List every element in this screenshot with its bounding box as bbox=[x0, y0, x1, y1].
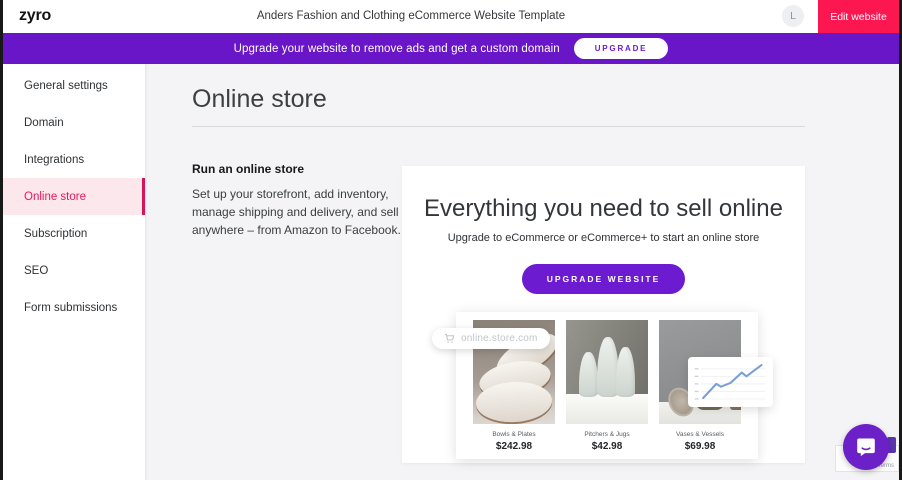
upgrade-website-button[interactable]: UPGRADE WEBSITE bbox=[522, 264, 686, 294]
product-name: Vases & Vessels bbox=[659, 431, 741, 438]
promo-subheading: Upgrade to eCommerce or eCommerce+ to st… bbox=[402, 232, 805, 244]
sales-line-chart bbox=[690, 360, 769, 404]
sidebar-item-integrations[interactable]: Integrations bbox=[3, 141, 145, 178]
sidebar-item-form-submissions[interactable]: Form submissions bbox=[3, 289, 145, 326]
sales-chart-card bbox=[688, 357, 773, 407]
title-divider bbox=[192, 126, 805, 127]
product-name: Pitchers & Jugs bbox=[566, 431, 648, 438]
intro-description: Set up your storefront, add inventory, m… bbox=[192, 185, 404, 239]
page-title: Online store bbox=[192, 85, 327, 114]
site-title: Anders Fashion and Clothing eCommerce We… bbox=[123, 10, 699, 22]
chat-button[interactable] bbox=[843, 424, 889, 470]
intro-heading: Run an online store bbox=[192, 162, 404, 176]
sidebar-item-general-settings[interactable]: General settings bbox=[3, 67, 145, 104]
ecommerce-promo-card: Everything you need to sell online Upgra… bbox=[402, 166, 805, 463]
sidebar-item-seo[interactable]: SEO bbox=[3, 252, 145, 289]
online-store-intro: Run an online store Set up your storefro… bbox=[192, 162, 404, 239]
browser-url-text: online.store.com bbox=[461, 333, 538, 344]
product-name: Bowls & Plates bbox=[473, 431, 555, 438]
product-price: $242.98 bbox=[473, 441, 555, 452]
top-bar: zyro Anders Fashion and Clothing eCommer… bbox=[3, 0, 899, 33]
edit-website-button[interactable]: Edit website bbox=[818, 0, 899, 33]
cart-icon bbox=[444, 333, 455, 344]
product-image-pitchers bbox=[566, 320, 648, 424]
main-content: Online store Run an online store Set up … bbox=[145, 64, 899, 480]
upgrade-banner-button[interactable]: UPGRADE bbox=[574, 38, 669, 59]
product-card: Pitchers & Jugs $42.98 bbox=[566, 320, 648, 459]
upgrade-banner: Upgrade your website to remove ads and g… bbox=[3, 33, 899, 64]
user-avatar[interactable]: L bbox=[782, 5, 804, 27]
upgrade-banner-text: Upgrade your website to remove ads and g… bbox=[234, 43, 560, 55]
settings-sidebar: General settings Domain Integrations Onl… bbox=[3, 64, 145, 480]
sidebar-item-domain[interactable]: Domain bbox=[3, 104, 145, 141]
browser-url-pill: online.store.com bbox=[432, 328, 550, 349]
promo-heading: Everything you need to sell online bbox=[402, 195, 805, 223]
chat-bubble-icon bbox=[854, 435, 878, 459]
zyro-logo[interactable]: zyro bbox=[19, 7, 51, 25]
product-price: $42.98 bbox=[566, 441, 648, 452]
screen-edge-left bbox=[0, 0, 3, 480]
sidebar-item-subscription[interactable]: Subscription bbox=[3, 215, 145, 252]
sidebar-item-online-store[interactable]: Online store bbox=[3, 178, 145, 215]
product-price: $69.98 bbox=[659, 441, 741, 452]
